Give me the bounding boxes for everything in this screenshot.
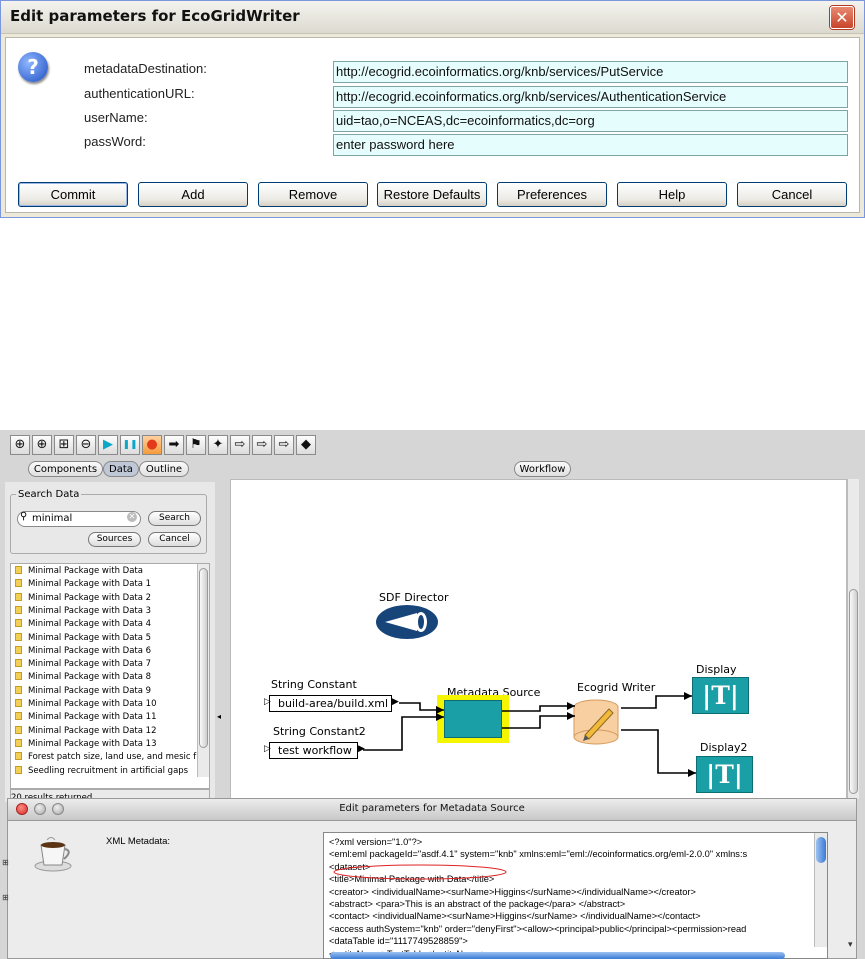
xml-line: <eml:eml packageId="asdf.4.1" system="kn… bbox=[329, 849, 748, 860]
xml-metadata-textarea[interactable]: <?xml version="1.0"?> <eml:eml packageId=… bbox=[323, 832, 828, 959]
xml-scrollbar[interactable] bbox=[814, 833, 827, 947]
minimize-icon[interactable] bbox=[34, 803, 46, 815]
xml-line: <?xml version="1.0"?> bbox=[329, 837, 423, 847]
xml-metadata-label: XML Metadata: bbox=[106, 836, 171, 847]
window-scroll-down-icon[interactable]: ▾ bbox=[848, 940, 853, 950]
metadata-dialog-titlebar: Edit parameters for Metadata Source bbox=[8, 799, 856, 821]
side-tool-icon[interactable]: ⊞ bbox=[2, 858, 9, 867]
side-tool2-icon[interactable]: ⊞ bbox=[2, 893, 9, 902]
xml-line: <abstract> <para>This is an abstract of … bbox=[329, 899, 626, 909]
close-icon[interactable] bbox=[16, 803, 28, 815]
xml-line: <dataTable id="1117749528859"> bbox=[329, 936, 468, 947]
zoom-icon[interactable] bbox=[52, 803, 64, 815]
coffee-cup-icon bbox=[33, 833, 77, 873]
metadata-dialog-title: Edit parameters for Metadata Source bbox=[339, 803, 525, 814]
xml-line: <contact> <individualName><surName>Higgi… bbox=[329, 911, 701, 922]
xml-hscroll-thumb[interactable] bbox=[330, 952, 785, 959]
xml-scroll-thumb[interactable] bbox=[816, 837, 826, 863]
title-highlight-ellipse bbox=[333, 864, 507, 880]
xml-line: <creator> <individualName><surName>Higgi… bbox=[329, 886, 696, 897]
xml-line: <access authSystem="knb" order="denyFirs… bbox=[329, 923, 747, 934]
